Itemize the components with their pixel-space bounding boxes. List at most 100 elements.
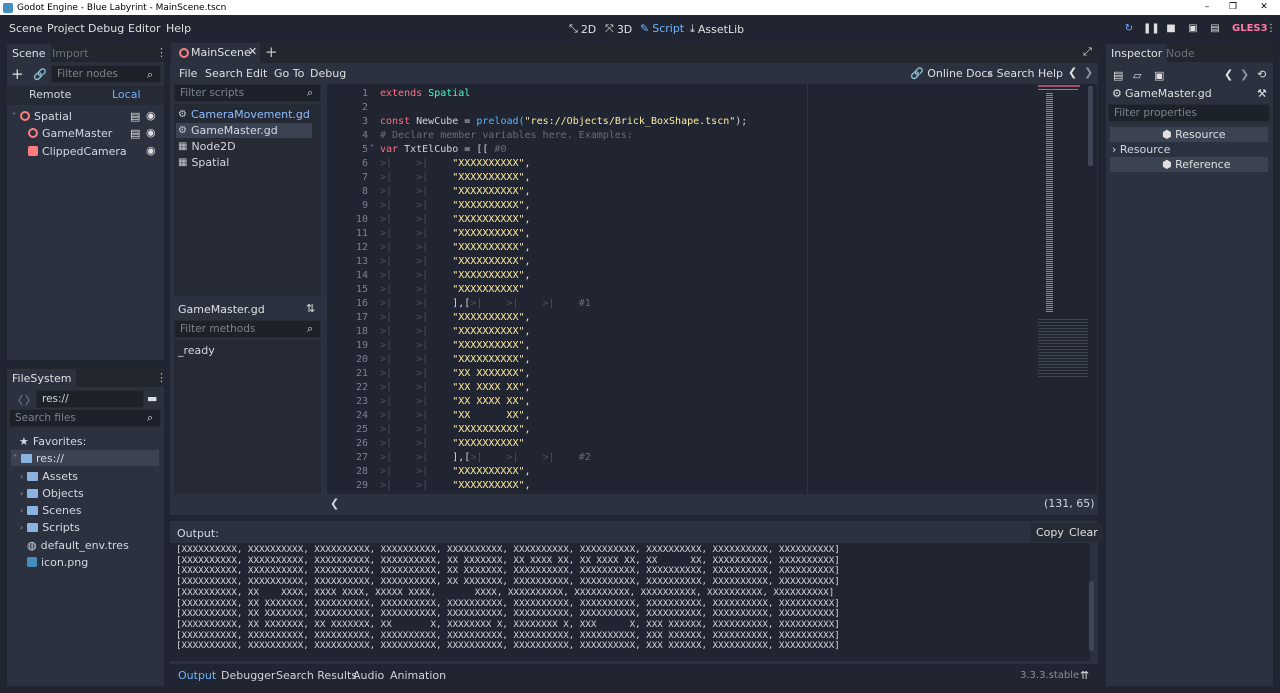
close-window-button[interactable]: ✕: [1250, 0, 1278, 15]
workspace-script[interactable]: ✎ Script: [640, 22, 684, 35]
file-row[interactable]: ◍ default_env.tres: [27, 537, 129, 553]
tab-import[interactable]: Import: [47, 44, 94, 63]
resource-group[interactable]: › Resource: [1112, 143, 1170, 156]
pause-icon[interactable]: ❚❚: [1143, 23, 1160, 35]
tab-filesystem[interactable]: FileSystem: [7, 369, 77, 388]
renderer-label[interactable]: GLES3: [1232, 23, 1268, 34]
stop-icon[interactable]: ■: [1164, 23, 1178, 35]
history-forward-icon[interactable]: ❯: [1240, 68, 1249, 81]
forward-arrow-icon[interactable]: 〉: [25, 392, 36, 408]
script-menu-edit[interactable]: Edit: [246, 67, 267, 80]
chevron-down-icon[interactable]: ˅: [12, 112, 16, 121]
object-properties-icon[interactable]: ⚒: [1257, 87, 1267, 100]
scroll-left-icon[interactable]: ❮: [330, 497, 339, 510]
path-field[interactable]: res://: [36, 390, 144, 408]
sort-icon[interactable]: ⇅: [306, 302, 315, 315]
new-resource-icon[interactable]: ▤: [1113, 69, 1123, 82]
dock-menu-icon[interactable]: ⋮: [156, 371, 167, 384]
save-icon[interactable]: ▣: [1154, 69, 1164, 82]
minimize-button[interactable]: –: [1193, 0, 1221, 15]
script-item[interactable]: ▦ Node2D: [178, 138, 236, 154]
search-help-button[interactable]: ⌕ Search Help: [987, 67, 1063, 81]
tab-mainscene[interactable]: MainScene ✕: [171, 43, 260, 63]
maximize-button[interactable]: ❐: [1219, 0, 1247, 15]
add-node-icon[interactable]: +: [11, 65, 24, 83]
search-files-input[interactable]: Search files: [9, 409, 161, 427]
script-item[interactable]: ▦ Spatial: [178, 154, 229, 170]
back-arrow-icon[interactable]: 〈: [12, 392, 23, 408]
folder-row[interactable]: › Scenes: [20, 502, 81, 518]
workspace-assetlib[interactable]: ⤓ AssetLib: [690, 22, 744, 36]
tab-node[interactable]: Node: [1161, 44, 1200, 63]
section-header[interactable]: ⬢ Reference: [1110, 157, 1268, 172]
folder-row[interactable]: › Assets: [20, 468, 78, 484]
bottom-tab-output[interactable]: Output: [178, 669, 216, 682]
menu-help[interactable]: Help: [166, 22, 191, 35]
online-docs-button[interactable]: 🔗 Online Docs: [910, 67, 993, 80]
script-menu-search[interactable]: Search: [205, 67, 243, 80]
play-scene-icon[interactable]: ▣: [1186, 23, 1200, 35]
expand-panel-icon[interactable]: ⇈: [1080, 669, 1089, 682]
favorites-row[interactable]: ★ Favorites:: [19, 433, 86, 449]
close-tab-icon[interactable]: ✕: [248, 45, 257, 58]
remote-button[interactable]: Remote: [29, 88, 71, 101]
filter-scripts-input[interactable]: Filter scripts: [174, 84, 321, 102]
script-menu-goto[interactable]: Go To: [274, 67, 304, 80]
bottom-tab-debugger[interactable]: Debugger: [221, 669, 275, 682]
history-back-icon[interactable]: ❮: [1068, 66, 1077, 79]
dock-menu-icon[interactable]: ⋮: [156, 46, 167, 59]
file-row[interactable]: icon.png: [27, 554, 88, 570]
link-icon[interactable]: 🔗: [33, 68, 47, 81]
script-item[interactable]: ⚙ CameraMovement.gd: [178, 106, 310, 122]
code-editor[interactable]: 1 2 3 4 5 6 7 8 9 10 11 12 13 14 15 16 17 18 19 20 21 22 23 24 2…: [327, 84, 1097, 494]
folder-row[interactable]: › Objects: [20, 485, 84, 501]
history-forward-icon[interactable]: ❯: [1084, 66, 1093, 79]
menu-editor[interactable]: Editor: [128, 22, 161, 35]
bottom-tab-animation[interactable]: Animation: [390, 669, 446, 682]
workspace-3d[interactable]: ⤧ 3D: [605, 22, 632, 36]
visibility-eye-icon[interactable]: ◉: [146, 144, 156, 157]
script-attached-icon[interactable]: ▤: [130, 127, 140, 140]
chevron-right-icon[interactable]: ›: [20, 472, 23, 481]
script-attached-icon[interactable]: ▤: [130, 110, 140, 123]
menu-project[interactable]: Project: [47, 22, 85, 35]
add-scene-tab-icon[interactable]: +: [265, 43, 278, 61]
node-row-gamemaster[interactable]: GameMaster: [28, 125, 112, 141]
fold-arrow-icon[interactable]: ˅: [370, 144, 374, 153]
chevron-right-icon[interactable]: ›: [20, 489, 23, 498]
history-icon[interactable]: ⟲: [1257, 68, 1266, 81]
chevron-right-icon[interactable]: ›: [20, 523, 23, 532]
output-scrollbar[interactable]: [1089, 581, 1094, 651]
tab-scene[interactable]: Scene: [7, 44, 51, 63]
distraction-free-icon[interactable]: ⤢: [1083, 45, 1092, 59]
filter-properties-input[interactable]: Filter properties: [1108, 104, 1270, 122]
bottom-tab-audio[interactable]: Audio: [353, 669, 384, 682]
script-item-selected[interactable]: ⚙ GameMaster.gd: [178, 122, 278, 138]
toggle-split-icon[interactable]: ▬: [147, 392, 157, 405]
clear-button[interactable]: Clear: [1064, 523, 1103, 542]
chevron-right-icon[interactable]: ›: [20, 506, 23, 515]
editor-scrollbar[interactable]: [1088, 86, 1093, 166]
local-button[interactable]: Local: [112, 88, 141, 101]
inspected-object[interactable]: GameMaster.gd: [1125, 87, 1212, 100]
node-row-spatial[interactable]: ˅ Spatial: [12, 108, 72, 124]
history-back-icon[interactable]: ❮: [1224, 68, 1233, 81]
folder-row[interactable]: › Scripts: [20, 519, 80, 535]
script-menu-debug[interactable]: Debug: [310, 67, 346, 80]
visibility-eye-icon[interactable]: ◉: [146, 109, 156, 122]
workspace-2d[interactable]: ⤡ 2D: [569, 22, 596, 36]
play-custom-icon[interactable]: ▤: [1208, 23, 1222, 35]
filter-methods-input[interactable]: Filter methods: [174, 320, 321, 338]
settings-icon[interactable]: ⋮: [1264, 23, 1278, 35]
tab-inspector[interactable]: Inspector: [1106, 44, 1168, 63]
visibility-eye-icon[interactable]: ◉: [146, 126, 156, 139]
section-header[interactable]: ⬢ Resource: [1110, 127, 1268, 142]
open-folder-icon[interactable]: ▱: [1133, 69, 1141, 82]
res-root-row[interactable]: ˅ res://: [13, 450, 64, 466]
reload-icon[interactable]: ↻: [1122, 23, 1136, 35]
method-item[interactable]: _ready: [178, 344, 215, 357]
menu-debug[interactable]: Debug: [88, 22, 124, 35]
bottom-tab-search-results[interactable]: Search Results: [276, 669, 357, 682]
filter-nodes-input[interactable]: Filter nodes: [51, 65, 161, 83]
chevron-down-icon[interactable]: ˅: [13, 454, 17, 463]
